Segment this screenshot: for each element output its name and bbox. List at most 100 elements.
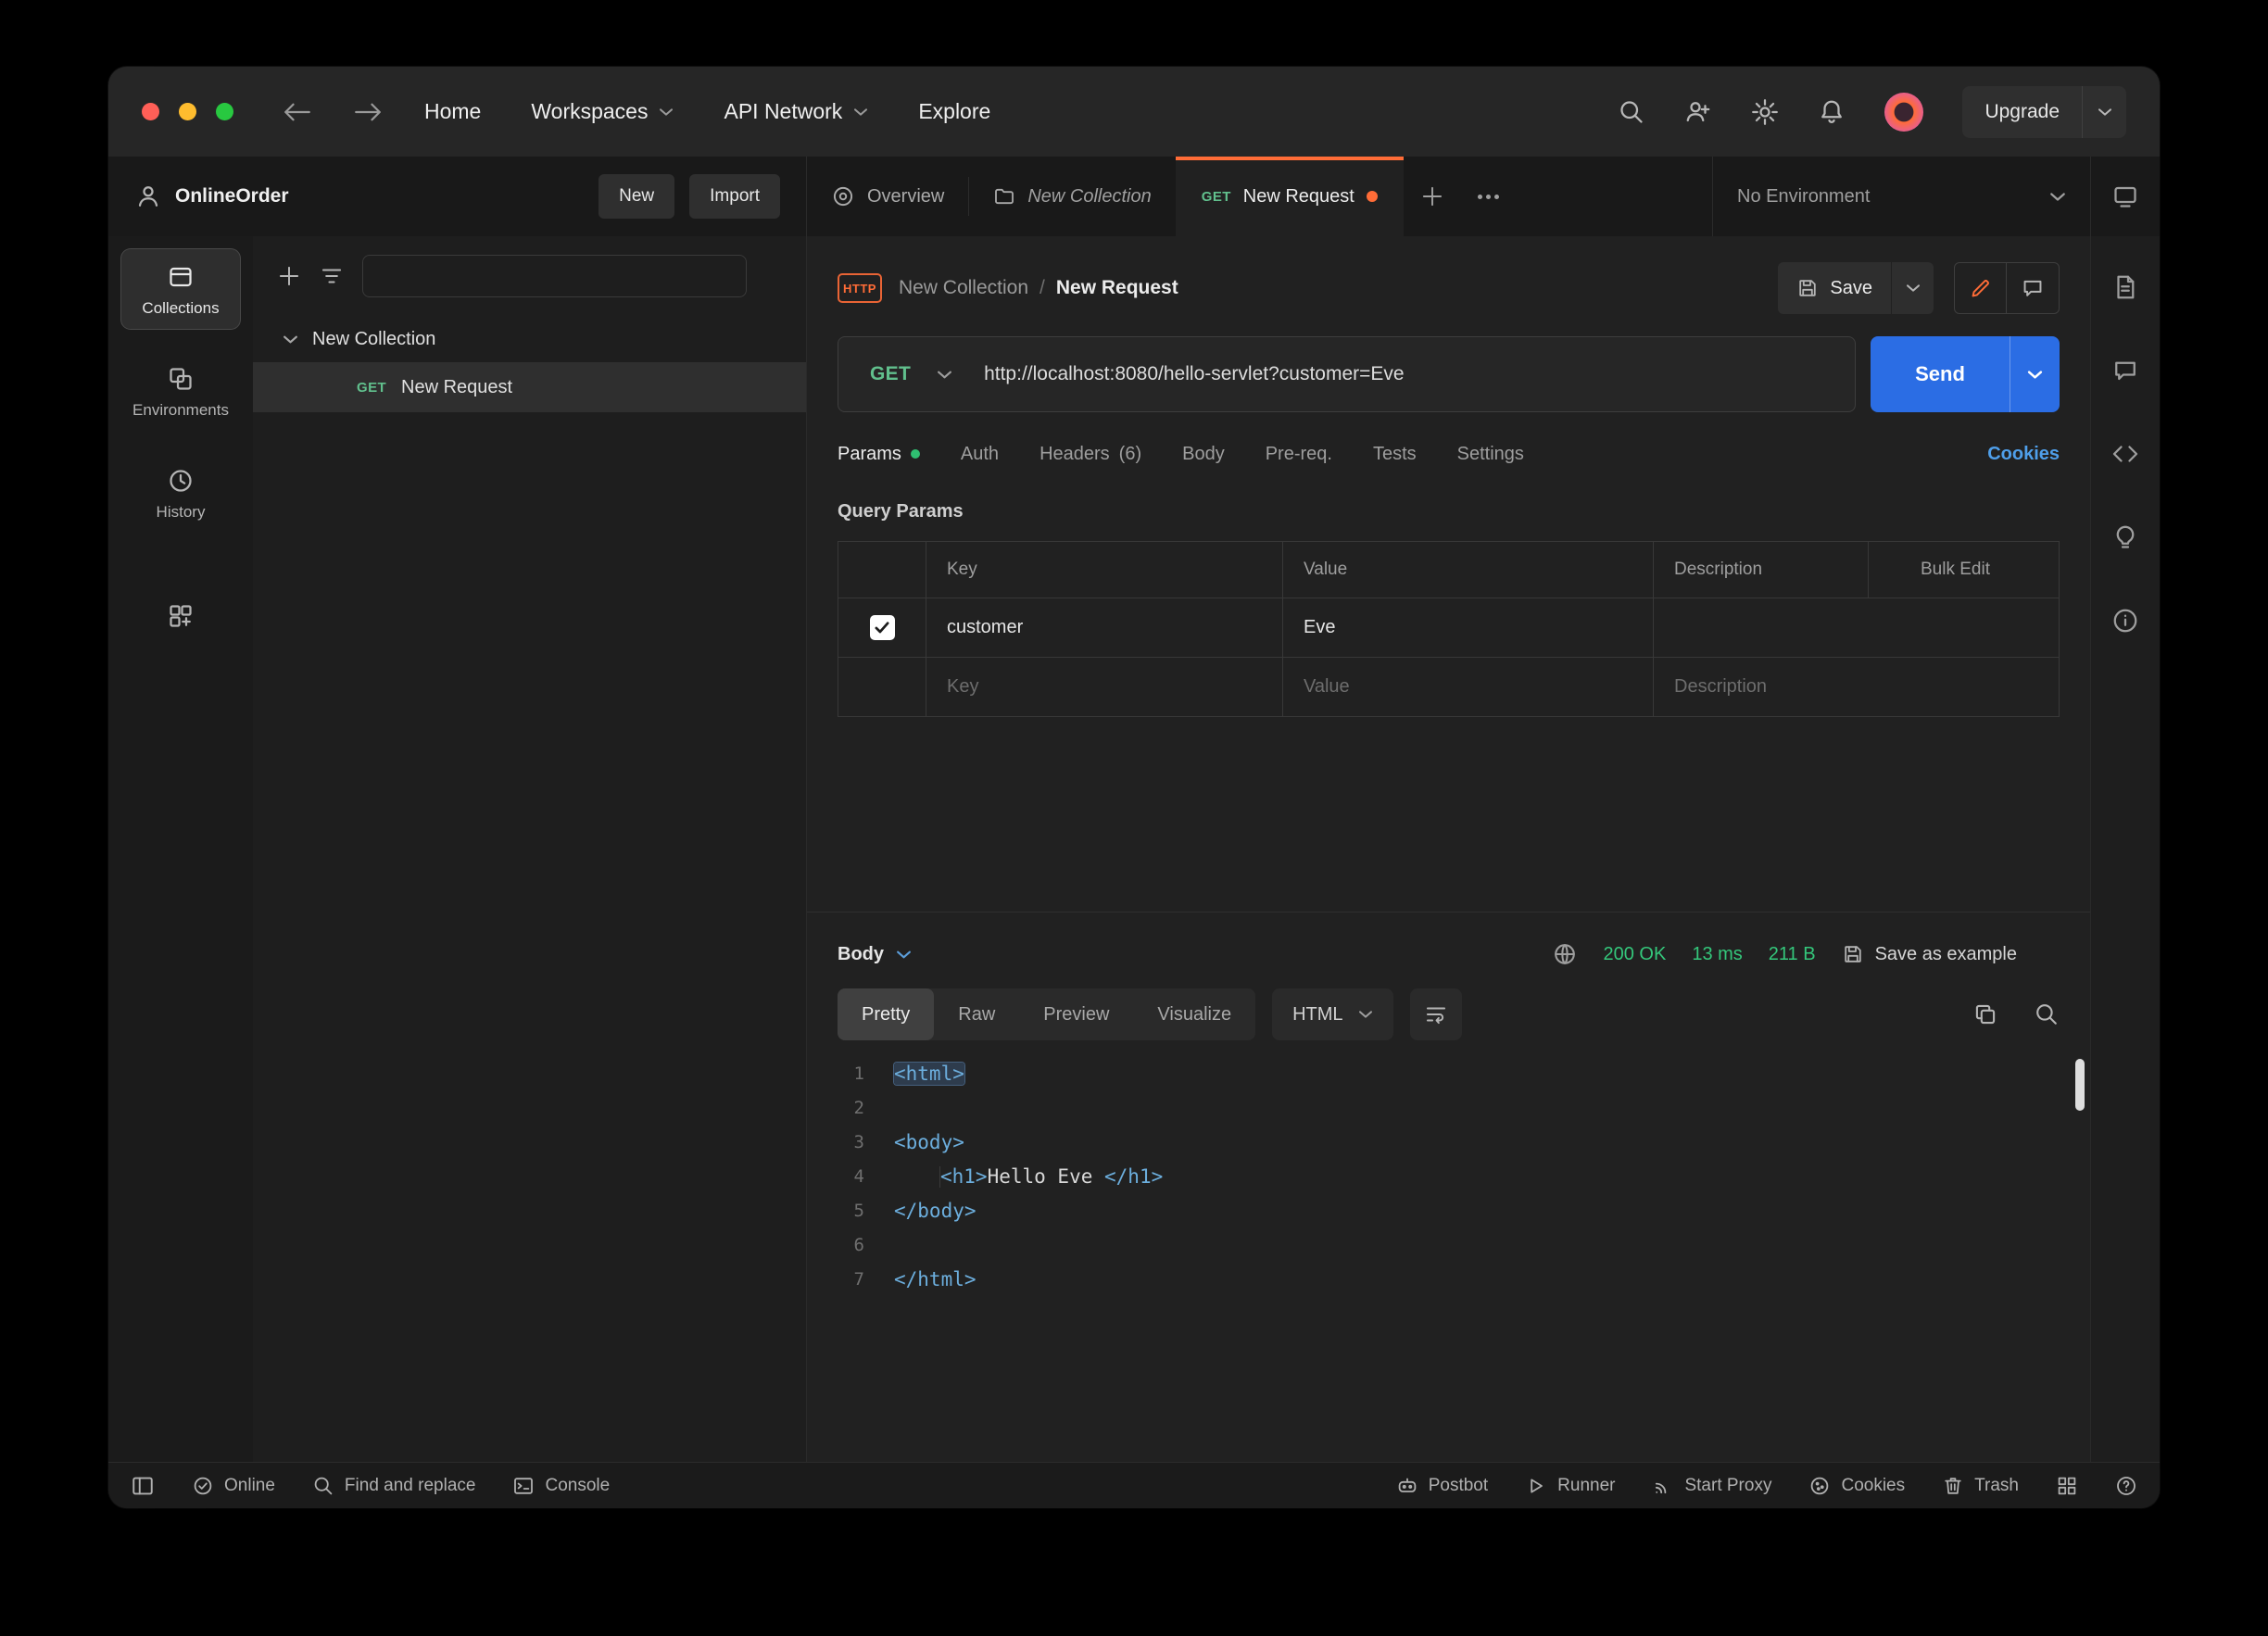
tab-new-collection[interactable]: New Collection <box>969 157 1175 236</box>
status-badge[interactable]: 200 OK <box>1604 944 1667 965</box>
param-key-cell[interactable]: customer <box>926 598 1283 657</box>
wrap-text-button[interactable] <box>1409 988 1462 1040</box>
documentation-icon[interactable] <box>2111 273 2139 301</box>
sidebar-search-input[interactable] <box>363 256 746 296</box>
minimize-window-button[interactable] <box>179 103 196 120</box>
save-options-chevron-icon[interactable] <box>1891 262 1934 314</box>
toggle-sidebar-button[interactable] <box>131 1474 155 1498</box>
view-visualize[interactable]: Visualize <box>1133 988 1255 1040</box>
param-checkbox-checked[interactable] <box>869 615 895 640</box>
add-collection-plus-icon[interactable] <box>277 264 301 288</box>
two-pane-view-icon[interactable] <box>2056 1475 2078 1497</box>
scrollbar-thumb[interactable] <box>2075 1059 2085 1111</box>
cookies-link[interactable]: Cookies <box>1987 444 2060 465</box>
workspace-name[interactable]: OnlineOrder <box>175 185 289 208</box>
cookies-button[interactable]: Cookies <box>1808 1475 1905 1497</box>
tab-tests[interactable]: Tests <box>1373 444 1417 465</box>
param-description-cell[interactable] <box>1654 598 2059 657</box>
send-options-chevron-icon[interactable] <box>2010 336 2060 412</box>
environment-quick-look-icon[interactable] <box>2111 182 2139 210</box>
comment-bubble-icon[interactable] <box>2007 263 2059 313</box>
lightbulb-hints-icon[interactable] <box>2111 523 2139 551</box>
forward-arrow-icon[interactable] <box>354 102 382 122</box>
sidebar-item-history[interactable]: History <box>121 453 240 533</box>
response-body-dropdown[interactable]: Body <box>838 944 912 965</box>
console-button[interactable]: Console <box>512 1475 610 1497</box>
search-response-icon[interactable] <box>2034 1001 2060 1027</box>
help-icon[interactable] <box>2115 1475 2137 1497</box>
sidebar-item-more-blocks[interactable] <box>121 588 240 641</box>
start-proxy-button[interactable]: Start Proxy <box>1652 1475 1771 1497</box>
filter-icon[interactable] <box>320 264 344 288</box>
add-tab-button[interactable] <box>1404 157 1461 236</box>
code-snippet-icon[interactable] <box>2111 440 2139 468</box>
line-number: 2 <box>853 1098 864 1118</box>
column-ellipsis-icon[interactable] <box>1889 560 1906 580</box>
info-icon[interactable] <box>2111 607 2139 635</box>
tree-item-collection[interactable]: New Collection <box>253 316 806 362</box>
new-button[interactable]: New <box>598 174 675 219</box>
breadcrumb-collection[interactable]: New Collection <box>899 277 1028 299</box>
response-time[interactable]: 13 ms <box>1692 944 1742 965</box>
tab-new-request-active[interactable]: GET New Request <box>1175 157 1404 236</box>
save-button[interactable]: Save <box>1778 262 1891 314</box>
tab-params[interactable]: Params <box>838 444 920 465</box>
param-value-placeholder[interactable]: Value <box>1283 658 1654 716</box>
comments-icon[interactable] <box>2111 357 2139 384</box>
tab-options-ellipsis-icon[interactable] <box>1461 157 1516 236</box>
import-button[interactable]: Import <box>689 174 780 219</box>
save-button-group: Save <box>1778 262 1934 314</box>
view-pretty[interactable]: Pretty <box>838 988 935 1040</box>
response-size[interactable]: 211 B <box>1769 944 1816 965</box>
sidebar-more-ellipsis-icon[interactable] <box>765 268 782 284</box>
upgrade-dropdown-chevron-icon[interactable] <box>2082 85 2126 138</box>
settings-gear-icon[interactable] <box>1751 98 1779 126</box>
tree-item-request-selected[interactable]: GET New Request <box>253 362 806 412</box>
runner-button[interactable]: Runner <box>1525 1475 1615 1497</box>
tab-body[interactable]: Body <box>1182 444 1225 465</box>
notifications-bell-icon[interactable] <box>1818 98 1846 126</box>
online-status[interactable]: Online <box>192 1475 275 1497</box>
nav-api-network[interactable]: API Network <box>724 99 868 124</box>
nav-explore[interactable]: Explore <box>918 99 990 124</box>
bulk-edit-button[interactable]: Bulk Edit <box>1921 560 1990 580</box>
view-raw[interactable]: Raw <box>934 988 1019 1040</box>
param-value-cell[interactable]: Eve <box>1283 598 1654 657</box>
close-window-button[interactable] <box>142 103 159 120</box>
postbot-button[interactable]: Postbot <box>1396 1475 1488 1497</box>
invite-user-icon[interactable] <box>1684 98 1712 126</box>
tab-pre-request[interactable]: Pre-req. <box>1266 444 1332 465</box>
format-dropdown[interactable]: HTML <box>1272 988 1393 1040</box>
find-and-replace-button[interactable]: Find and replace <box>312 1475 475 1497</box>
upgrade-button[interactable]: Upgrade <box>1962 85 2126 138</box>
tab-overview[interactable]: Overview <box>807 157 968 236</box>
sidebar-item-collections[interactable]: Collections <box>121 249 240 329</box>
search-icon[interactable] <box>1618 98 1645 126</box>
send-button[interactable]: Send <box>1871 336 2010 412</box>
environment-selector[interactable]: No Environment <box>1712 157 2090 236</box>
back-arrow-icon[interactable] <box>284 102 311 122</box>
tab-headers[interactable]: Headers (6) <box>1040 444 1141 465</box>
response-options-ellipsis-icon[interactable] <box>2043 946 2060 963</box>
save-as-example-button[interactable]: Save as example <box>1842 943 2017 965</box>
zoom-window-button[interactable] <box>216 103 233 120</box>
trash-button[interactable]: Trash <box>1942 1475 2019 1497</box>
edit-pencil-icon[interactable] <box>1955 263 2007 313</box>
view-preview[interactable]: Preview <box>1019 988 1133 1040</box>
chevron-down-icon <box>896 950 912 960</box>
tab-settings[interactable]: Settings <box>1457 444 1524 465</box>
collections-icon <box>167 263 195 291</box>
user-avatar[interactable] <box>1884 92 1924 132</box>
sidebar-item-environments[interactable]: Environments <box>121 351 240 431</box>
tab-auth[interactable]: Auth <box>961 444 999 465</box>
param-key-placeholder[interactable]: Key <box>926 658 1283 716</box>
nav-home[interactable]: Home <box>424 99 481 124</box>
param-description-placeholder[interactable]: Description <box>1654 658 2059 716</box>
collections-tree-panel: New Collection GET New Request <box>253 236 806 1462</box>
url-input[interactable] <box>984 363 1855 385</box>
globe-icon[interactable] <box>1552 941 1578 967</box>
nav-workspaces[interactable]: Workspaces <box>531 99 674 124</box>
copy-response-icon[interactable] <box>1972 1001 1998 1027</box>
code-line: 6 <box>807 1228 2090 1263</box>
method-selector[interactable]: GET <box>838 363 984 385</box>
